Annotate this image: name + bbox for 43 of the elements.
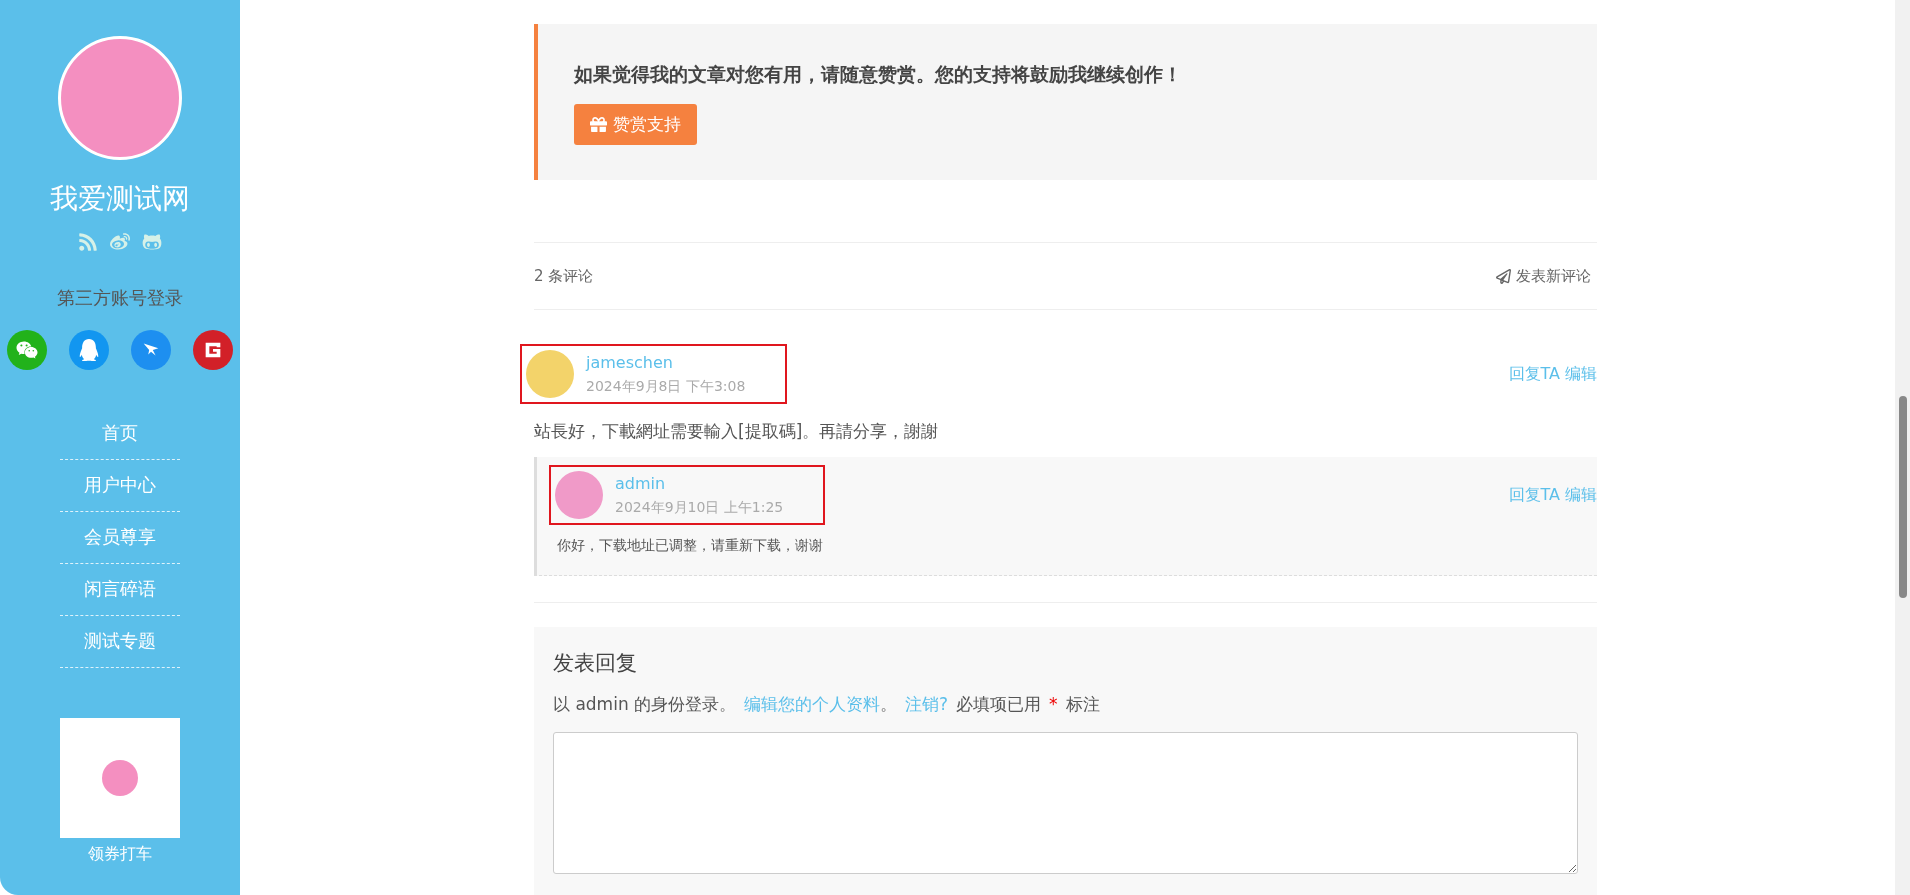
comment-date: 2024年9月10日 上午1:25 [615, 498, 784, 517]
paper-plane-icon [1496, 268, 1511, 284]
login-status: 以 admin 的身份登录。 [553, 693, 737, 716]
reply-link[interactable]: 回复TA [1508, 484, 1560, 506]
comment-count: 2 条评论 [534, 266, 594, 286]
penguin-icon[interactable] [69, 330, 109, 370]
required-mark: * [1049, 694, 1058, 714]
new-comment-link[interactable]: 发表新评论 [1496, 266, 1591, 286]
reward-button[interactable]: 赞赏支持 [574, 104, 697, 145]
login-label: 第三方账号登录 [57, 286, 183, 310]
reward-message: 如果觉得我的文章对您有用，请随意赞赏。您的支持将鼓励我继续创作！ [574, 62, 1183, 87]
site-title: 我爱测试网 [50, 181, 190, 217]
comment-input-field[interactable] [553, 732, 1578, 874]
author-name[interactable]: jameschen [586, 352, 746, 372]
rss-icon[interactable] [78, 232, 98, 252]
profile-link[interactable]: 编辑您的个人资料 [744, 694, 881, 714]
nav-item[interactable]: 闲言碎语 [60, 564, 180, 616]
edit-link[interactable]: 编辑 [1565, 484, 1597, 506]
comment-text: 你好，下载地址已调整，请重新下载，谢谢 [557, 537, 824, 555]
author-name[interactable]: admin [615, 473, 784, 493]
nav-item[interactable]: 首页 [60, 408, 180, 460]
scrollbar-thumb[interactable] [1899, 396, 1907, 598]
reply-link[interactable]: 回复TA [1508, 363, 1560, 385]
scrollbar[interactable] [1895, 0, 1910, 895]
gift-icon [590, 116, 607, 133]
required-note: 必填项已用 [956, 693, 1042, 716]
cat-face-icon[interactable] [142, 232, 162, 252]
edit-link[interactable]: 编辑 [1565, 363, 1597, 385]
qr-caption: 领券打车 [88, 844, 152, 865]
nav-item[interactable]: 测试专题 [60, 616, 180, 668]
letter-g-icon[interactable] [193, 330, 233, 370]
avatar-placeholder [526, 350, 574, 398]
comment-text: 站長好，下載網址需要輸入[提取碼]。再請分享，謝謝 [534, 420, 940, 443]
chat-bubbles-icon[interactable] [7, 330, 47, 370]
avatar-placeholder [555, 471, 603, 519]
nav-item[interactable]: 用户中心 [60, 460, 180, 512]
form-title: 发表回复 [553, 650, 638, 677]
swirl-eye-icon[interactable] [110, 232, 130, 252]
separator-text: 。 [880, 694, 898, 714]
required-suffix: 标注 [1065, 693, 1100, 716]
logout-link[interactable]: 注销? [905, 693, 949, 716]
comment-date: 2024年9月8日 下午3:08 [586, 377, 746, 396]
nav-item[interactable]: 会员尊享 [60, 512, 180, 564]
